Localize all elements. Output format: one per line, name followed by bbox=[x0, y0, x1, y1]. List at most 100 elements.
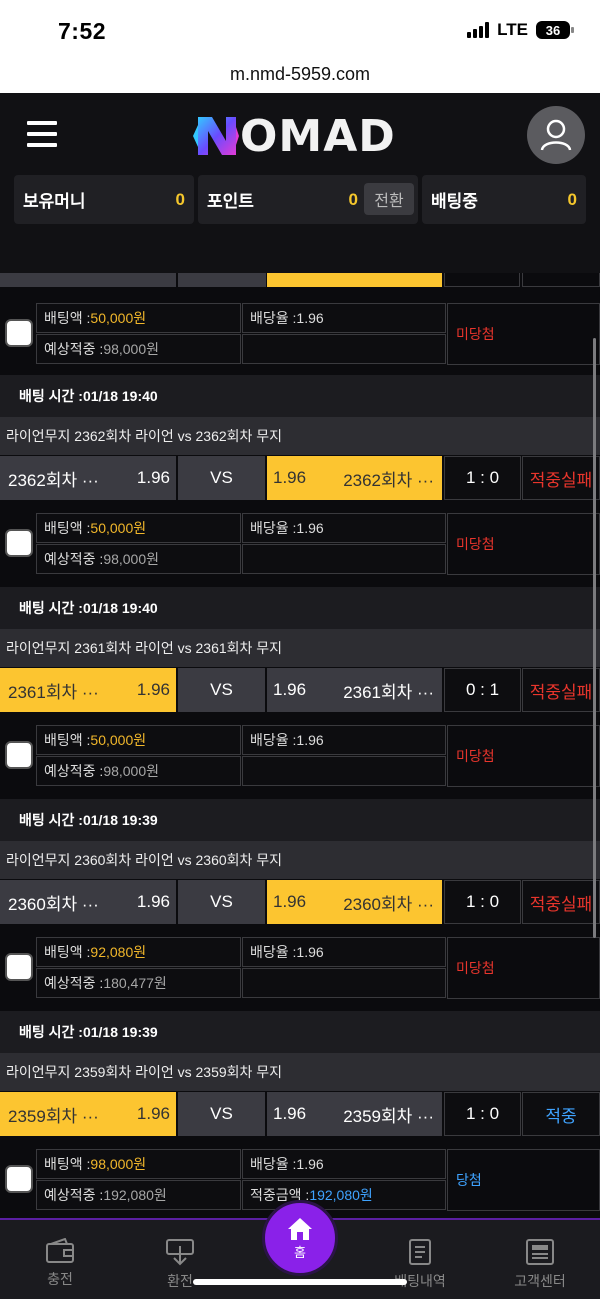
match-score: 1 : 0 bbox=[444, 1092, 521, 1136]
away-team-name: 2361회차 ··· bbox=[343, 682, 434, 702]
away-option-button[interactable]: 1.96 2361회차 ··· bbox=[267, 668, 442, 712]
bet-time-value: 01/18 19:40 bbox=[82, 388, 158, 404]
away-team-name: 2362회차 ··· bbox=[343, 470, 434, 490]
home-odds: 1.96 bbox=[136, 1104, 170, 1123]
nav-deposit-label: 충전 bbox=[47, 1271, 73, 1287]
avatar[interactable] bbox=[527, 106, 585, 164]
select-checkbox[interactable] bbox=[5, 1165, 33, 1193]
user-icon bbox=[540, 119, 572, 151]
vs-label: VS bbox=[178, 456, 265, 500]
home-option-button[interactable]: 2360회차 ··· 1.96 bbox=[0, 880, 176, 924]
bet-history-list[interactable]: 배팅액 : 50,000원 배당율 : 1.96 예상적중 : 98,000원 미당첨… bbox=[0, 273, 600, 1218]
field-label: 배팅액 : bbox=[44, 520, 91, 536]
bet-time-bar: 배팅 시간 : 01/18 19:39 bbox=[0, 1011, 600, 1053]
field-label: 예상적중 : bbox=[44, 341, 104, 357]
field-value: 98,000원 bbox=[90, 1156, 147, 1172]
result-badge: 미당첨 bbox=[447, 725, 600, 787]
home-option-button[interactable]: 2362회차 ··· 1.96 bbox=[0, 456, 176, 500]
logo-text: OMAD bbox=[240, 110, 396, 162]
match-score: 1 : 0 bbox=[444, 880, 521, 924]
balance-points-value: 0 bbox=[348, 189, 358, 209]
field-label: 배당율 : bbox=[250, 1156, 297, 1172]
newspaper-icon bbox=[526, 1239, 554, 1265]
document-icon bbox=[409, 1239, 431, 1265]
field-label: 배당율 : bbox=[250, 732, 297, 748]
home-team-name: 2360회차 ··· bbox=[8, 894, 99, 914]
away-odds: 1.96 bbox=[273, 468, 307, 487]
win-amount-cell: 적중금액 : 192,080원 bbox=[242, 1180, 446, 1210]
scrollbar[interactable] bbox=[593, 338, 596, 938]
url-bar[interactable]: m.nmd-5959.com bbox=[0, 62, 600, 93]
odds-cell: 배당율 : 1.96 bbox=[242, 1149, 446, 1179]
home-odds: 1.96 bbox=[136, 468, 170, 487]
bet-summary: 배팅액 : 50,000원 배당율 : 1.96 예상적중 : 98,000원 미당첨 bbox=[0, 513, 600, 575]
convert-button[interactable]: 전환 bbox=[364, 183, 414, 215]
home-option-button[interactable]: 2359회차 ··· 1.96 bbox=[0, 1092, 176, 1136]
status-bar: 7:52 LTE 36 bbox=[0, 0, 600, 62]
away-option-button[interactable]: 1.96 2360회차 ··· bbox=[267, 880, 442, 924]
bet-amount-cell: 배팅액 : 98,000원 bbox=[36, 1149, 241, 1179]
select-checkbox[interactable] bbox=[5, 953, 33, 981]
app-page: 7:52 LTE 36 m.nmd-5959.com OMAD 보유머니 0 포… bbox=[0, 0, 600, 1299]
field-value: 50,000원 bbox=[90, 520, 147, 536]
bet-summary: 배팅액 : 50,000원 배당율 : 1.96 예상적중 : 98,000원 미당첨 bbox=[0, 725, 600, 787]
balance-betting: 배팅중 0 bbox=[422, 175, 586, 224]
field-label: 배당율 : bbox=[250, 520, 297, 536]
field-value: 1.96 bbox=[296, 310, 324, 326]
away-option-button[interactable]: 1.96 2362회차 ··· bbox=[267, 456, 442, 500]
select-checkbox[interactable] bbox=[5, 319, 33, 347]
nav-deposit[interactable]: 충전 bbox=[0, 1220, 120, 1299]
field-label: 배당율 : bbox=[250, 944, 297, 960]
nav-bet-history[interactable]: 배팅내역 bbox=[360, 1220, 480, 1299]
away-option-button[interactable]: 1.96 2359회차 ··· bbox=[267, 1092, 442, 1136]
field-value: 98,000원 bbox=[103, 763, 160, 779]
field-value: 1.96 bbox=[296, 520, 324, 536]
battery-icon: 36 bbox=[536, 21, 574, 39]
field-label: 배팅액 : bbox=[44, 1156, 91, 1172]
bet-amount-cell: 배팅액 : 92,080원 bbox=[36, 937, 241, 967]
field-value: 1.96 bbox=[296, 944, 324, 960]
wallet-icon bbox=[46, 1238, 74, 1263]
nav-withdraw[interactable]: 환전 bbox=[120, 1220, 240, 1299]
match-status: 적중 bbox=[522, 1092, 600, 1136]
bet-time-bar: 배팅 시간 : 01/18 19:40 bbox=[0, 587, 600, 629]
vs-label: VS bbox=[178, 1092, 265, 1136]
signal-icon bbox=[467, 22, 490, 38]
status-icons: LTE 36 bbox=[467, 20, 574, 40]
bet-amount-cell: 배팅액 : 50,000원 bbox=[36, 513, 241, 543]
balance-betting-label: 배팅중 bbox=[431, 192, 478, 211]
balance-bar: 보유머니 0 포인트 0 전환 배팅중 0 bbox=[14, 175, 586, 224]
expected-cell: 예상적중 : 98,000원 bbox=[36, 334, 241, 364]
field-value: 192,080원 bbox=[103, 1187, 167, 1203]
menu-icon[interactable] bbox=[27, 121, 57, 147]
bet-amount-cell: 배팅액 : 50,000원 bbox=[36, 303, 241, 333]
expected-cell: 예상적중 : 192,080원 bbox=[36, 1180, 241, 1210]
bet-time-value: 01/18 19:40 bbox=[82, 600, 158, 616]
field-label: 배팅액 : bbox=[44, 944, 91, 960]
odds-cell: 배당율 : 1.96 bbox=[242, 937, 446, 967]
match-title: 라이언무지 2360회차 라이언 vs 2360회차 무지 bbox=[0, 841, 600, 879]
logo[interactable]: OMAD bbox=[190, 108, 412, 164]
pick-row: 2359회차 ··· 1.96 VS 1.96 2359회차 ··· 1 : 0 적중 bbox=[0, 1092, 600, 1136]
vs-label: VS bbox=[178, 668, 265, 712]
select-checkbox[interactable] bbox=[5, 529, 33, 557]
field-value: 98,000원 bbox=[103, 551, 160, 567]
home-team-name: 2361회차 ··· bbox=[8, 682, 99, 702]
nav-support[interactable]: 고객센터 bbox=[480, 1220, 600, 1299]
balance-money: 보유머니 0 bbox=[14, 175, 194, 224]
match-title: 라이언무지 2359회차 라이언 vs 2359회차 무지 bbox=[0, 1053, 600, 1091]
home-team-name: 2359회차 ··· bbox=[8, 1106, 99, 1126]
nav-home[interactable]: 홈 bbox=[262, 1200, 338, 1276]
nav-support-label: 고객센터 bbox=[514, 1273, 566, 1289]
result-badge: 당첨 bbox=[447, 1149, 600, 1211]
result-badge: 미당첨 bbox=[447, 303, 600, 365]
home-option-button[interactable]: 2361회차 ··· 1.96 bbox=[0, 668, 176, 712]
match-title: 라이언무지 2362회차 라이언 vs 2362회차 무지 bbox=[0, 417, 600, 455]
bet-time-label: 배팅 시간 : bbox=[19, 388, 83, 404]
app-header: OMAD 보유머니 0 포인트 0 전환 배팅중 0 bbox=[0, 93, 600, 273]
balance-points: 포인트 0 전환 bbox=[198, 175, 418, 224]
bet-time-label: 배팅 시간 : bbox=[19, 600, 83, 616]
select-checkbox[interactable] bbox=[5, 741, 33, 769]
odds-cell: 배당율 : 1.96 bbox=[242, 303, 446, 333]
odds-cell: 배당율 : 1.96 bbox=[242, 725, 446, 755]
